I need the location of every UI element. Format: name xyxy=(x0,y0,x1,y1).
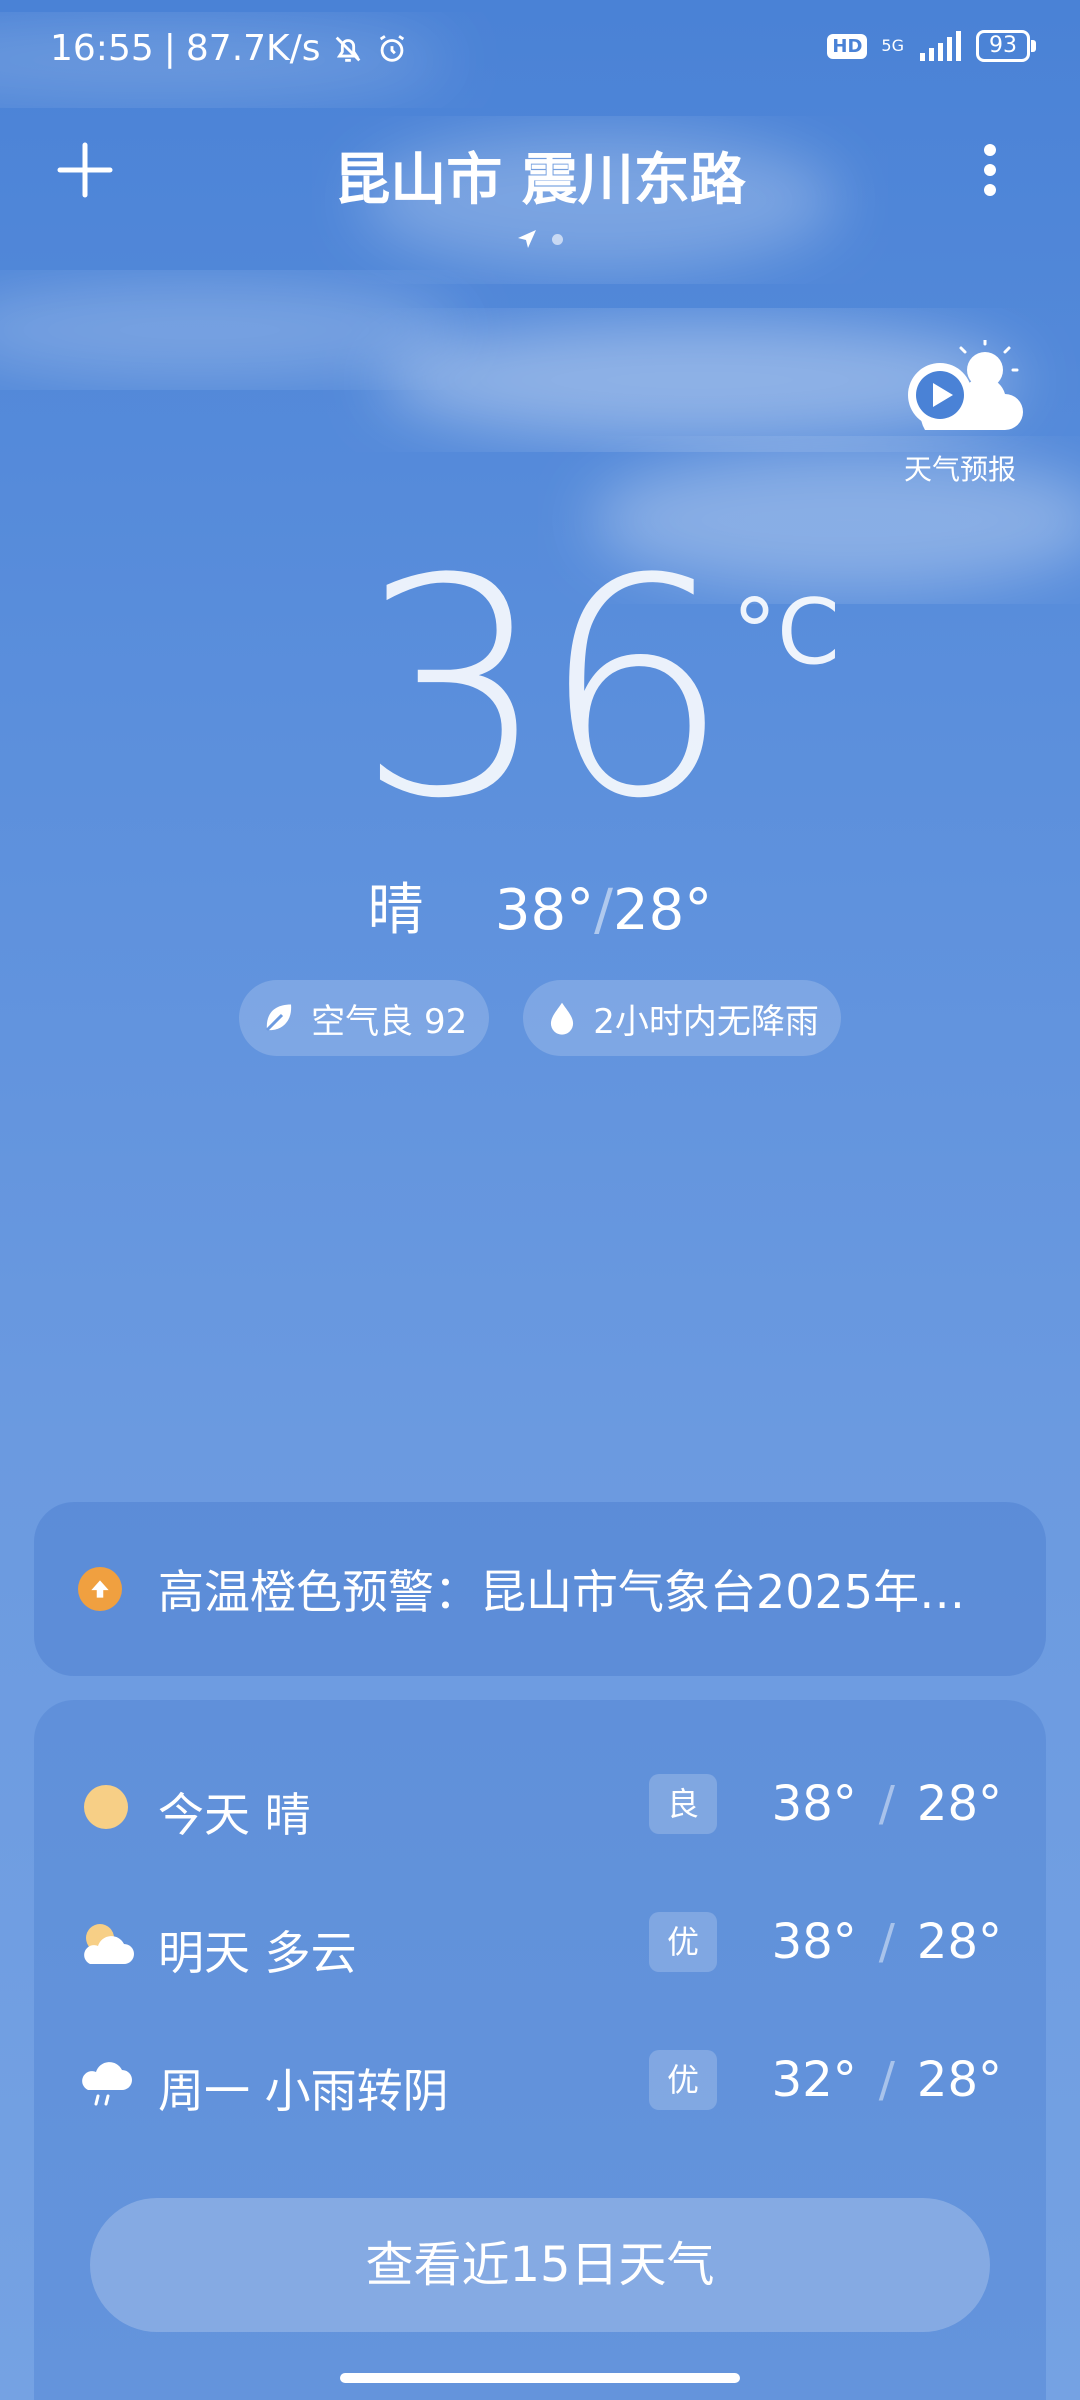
mute-bell-icon xyxy=(335,36,360,62)
rain-forecast-pill[interactable]: 2小时内无降雨 xyxy=(523,980,841,1056)
current-high: 38° xyxy=(494,878,595,943)
hd-badge: HD xyxy=(827,33,868,59)
info-pills: 空气良 92 2小时内无降雨 xyxy=(0,980,1080,1056)
alarm-icon xyxy=(379,34,404,62)
location-arrow-icon xyxy=(518,230,536,248)
battery-indicator: 93 xyxy=(976,30,1036,62)
forecast-row-tomorrow[interactable]: 明天 多云 优 38° / 28° xyxy=(34,1900,1046,1990)
location-title: 昆山市 震川东路 xyxy=(334,148,746,213)
temp-separator: / xyxy=(878,1776,895,1832)
forecast-video-label: 天气预报 xyxy=(903,453,1016,486)
network-type: 5G xyxy=(881,36,904,55)
air-quality-badge: 良 xyxy=(649,1774,717,1834)
status-bar: 16:55 | 87.7K/s HD 5G 93 xyxy=(0,0,1080,110)
day-low: 28° xyxy=(916,1914,1002,1970)
day-low: 28° xyxy=(916,2052,1002,2108)
current-temperature: 36 xyxy=(357,515,731,864)
air-quality-label: 空气良 92 xyxy=(311,1001,468,1042)
temp-separator: / xyxy=(878,1914,895,1970)
home-indicator[interactable] xyxy=(340,2373,740,2383)
rain-forecast-label: 2小时内无降雨 xyxy=(593,1001,819,1042)
daily-forecast-card: 今天 晴 良 38° / 28° 明天 多云 优 38° / 28° 周一 小雨… xyxy=(34,1700,1046,2400)
air-quality-pill[interactable]: 空气良 92 xyxy=(239,980,490,1056)
day-high: 38° xyxy=(771,1776,857,1832)
air-quality-badge: 优 xyxy=(649,1912,717,1972)
net-speed: 87.7K/s xyxy=(185,28,321,69)
day-high: 38° xyxy=(771,1914,857,1970)
page-indicator xyxy=(516,228,563,250)
alert-arrow-up-icon xyxy=(78,1567,122,1611)
play-weather-icon xyxy=(908,338,1023,430)
day-low: 28° xyxy=(916,1776,1002,1832)
status-time: 16:55 xyxy=(50,28,154,69)
temperature-unit: °C xyxy=(732,580,840,685)
status-separator: | xyxy=(163,28,176,69)
leaf-icon xyxy=(266,1004,292,1032)
partly-cloudy-icon xyxy=(84,1924,134,1964)
current-condition-line: 晴 38°/28° xyxy=(0,865,1080,946)
day-temps: 38° / 28° xyxy=(772,1776,1002,1832)
status-right: HD 5G 93 xyxy=(827,30,1036,62)
air-quality-badge: 优 xyxy=(649,2050,717,2110)
light-rain-icon xyxy=(82,2062,132,2106)
day-high: 32° xyxy=(771,2052,857,2108)
temp-separator: / xyxy=(594,878,614,943)
signal-icon xyxy=(920,31,961,61)
day-temps: 38° / 28° xyxy=(772,1914,1002,1970)
forecast-video-button[interactable]: 天气预报 xyxy=(890,338,1030,488)
current-low: 28° xyxy=(613,878,713,943)
current-condition: 晴 xyxy=(367,878,424,943)
day-temps: 32° / 28° xyxy=(772,2052,1002,2108)
water-drop-icon xyxy=(551,1002,574,1035)
alert-text: 高温橙色预警：昆山市气象台2025年… xyxy=(158,1565,966,1619)
view-15-day-button[interactable]: 查看近15日天气 xyxy=(90,2198,990,2332)
forecast-row-today[interactable]: 今天 晴 良 38° / 28° xyxy=(34,1762,1046,1852)
weather-alert-card[interactable]: 高温橙色预警：昆山市气象台2025年… xyxy=(34,1502,1046,1676)
page-dot xyxy=(552,233,563,245)
day-label: 明天 多云 xyxy=(158,1926,357,1980)
day-label: 今天 晴 xyxy=(158,1788,311,1842)
more-options-button[interactable] xyxy=(980,140,1000,200)
temp-separator: / xyxy=(878,2052,895,2108)
forecast-row-monday[interactable]: 周一 小雨转阴 优 32° / 28° xyxy=(34,2038,1046,2128)
day-label: 周一 小雨转阴 xyxy=(158,2064,449,2118)
sun-icon xyxy=(84,1785,128,1829)
status-left: 16:55 | 87.7K/s xyxy=(50,28,409,69)
